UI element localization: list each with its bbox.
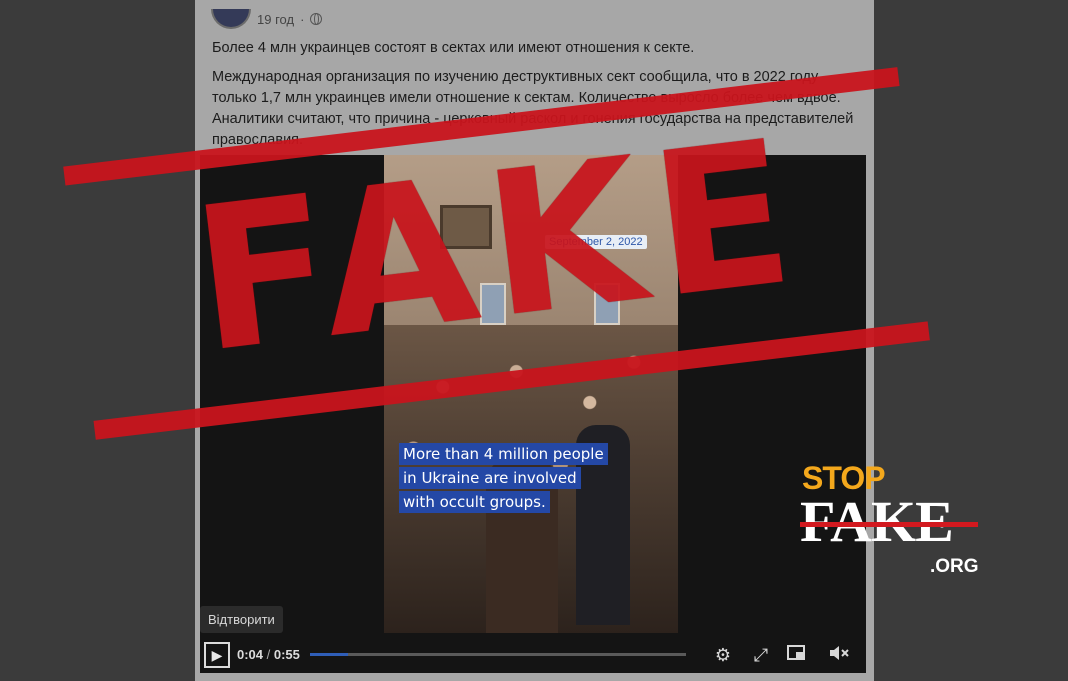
caption-line-3: with occult groups. xyxy=(399,491,550,513)
caption-line-1: More than 4 million people xyxy=(399,443,608,465)
frame-window xyxy=(594,283,620,325)
time-separator: / xyxy=(263,647,274,662)
volume-muted-icon[interactable] xyxy=(828,644,850,666)
frame-wall-picture xyxy=(440,205,492,249)
play-tooltip: Відтворити xyxy=(200,606,283,633)
separator-dot: · xyxy=(300,11,305,27)
expand-icon[interactable]: ⤢ xyxy=(750,644,772,666)
video-caption: More than 4 million people in Ukraine ar… xyxy=(399,443,608,515)
globe-icon xyxy=(310,13,323,25)
picture-in-picture-icon[interactable] xyxy=(786,644,808,666)
progress-bar[interactable] xyxy=(310,653,686,656)
date-badge: September 2, 2022 xyxy=(545,235,647,249)
post-body: Более 4 млн украинцев состоят в сектах и… xyxy=(212,38,862,159)
time-total: 0:55 xyxy=(273,647,300,662)
video-frame[interactable]: September 2, 2022 More than 4 million pe… xyxy=(384,155,678,633)
avatar[interactable] xyxy=(211,9,251,29)
play-button[interactable]: ▶ xyxy=(204,642,230,668)
time-current: 0:04 xyxy=(237,647,264,662)
play-icon: ▶ xyxy=(211,646,223,663)
video-player[interactable]: September 2, 2022 More than 4 million pe… xyxy=(200,155,866,673)
post-timestamp[interactable]: 19 год xyxy=(257,12,294,27)
post-header: 19 год · xyxy=(211,6,323,32)
frame-window xyxy=(480,283,506,325)
caption-line-2: in Ukraine are involved xyxy=(399,467,581,489)
logo-org-text: .ORG xyxy=(930,556,979,577)
gear-icon[interactable]: ⚙ xyxy=(712,644,734,666)
stopfake-logo: STOP FAKE .ORG xyxy=(800,460,1000,580)
post-paragraph-1: Более 4 млн украинцев состоят в сектах и… xyxy=(212,40,695,56)
time-display: 0:04 / 0:55 xyxy=(237,647,300,662)
logo-strikethrough xyxy=(800,522,978,527)
progress-fill xyxy=(310,653,348,656)
post-paragraph-2: Международная организация по изучению де… xyxy=(212,69,854,148)
video-controls: ▶ 0:04 / 0:55 ⚙ ⤢ xyxy=(200,640,866,670)
